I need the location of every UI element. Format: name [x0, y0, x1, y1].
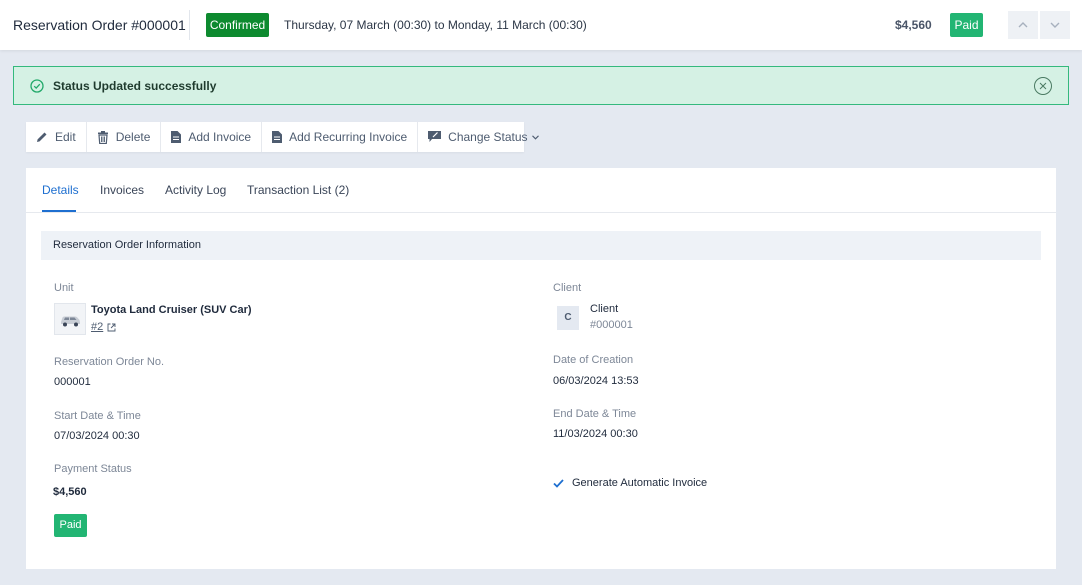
trash-icon: [97, 130, 108, 144]
next-record-button[interactable]: [1040, 11, 1070, 39]
payment-status-label: Payment Status: [54, 463, 132, 475]
status-badge: Confirmed: [206, 13, 269, 37]
payment-amount: $4,560: [53, 486, 87, 498]
section-header: Reservation Order Information: [41, 231, 1041, 260]
add-invoice-label: Add Invoice: [188, 130, 252, 144]
page-header: Reservation Order #000001 Confirmed Thur…: [0, 0, 1082, 50]
edit-button[interactable]: Edit: [26, 122, 87, 152]
car-icon: [61, 316, 80, 327]
edit-label: Edit: [55, 130, 76, 144]
tab-activity-log[interactable]: Activity Log: [165, 183, 226, 197]
auto-invoice-setting: Generate Automatic Invoice: [553, 477, 707, 489]
end-label: End Date & Time: [553, 408, 637, 420]
unit-link[interactable]: #2: [91, 321, 116, 333]
delete-button[interactable]: Delete: [87, 122, 162, 152]
end-value: 11/03/2024 00:30: [553, 428, 638, 440]
external-link-icon: [107, 323, 116, 331]
created-label: Date of Creation: [553, 354, 634, 366]
tab-details[interactable]: Details: [42, 183, 79, 197]
reservation-date-range: Thursday, 07 March (00:30) to Monday, 11…: [284, 18, 587, 32]
edit-note-icon: [428, 131, 442, 142]
close-icon[interactable]: [1033, 76, 1053, 96]
created-value: 06/03/2024 13:53: [553, 375, 639, 387]
pencil-icon: [37, 132, 47, 142]
auto-invoice-label: Generate Automatic Invoice: [572, 477, 708, 489]
page-title: Reservation Order #000001: [13, 17, 186, 33]
chevron-down-icon: [531, 134, 539, 140]
action-toolbar: Edit Delete Add Invoice Add Recurring In…: [26, 122, 539, 152]
unit-thumbnail: [54, 303, 86, 335]
details-panel: Details Invoices Activity Log Transactio…: [26, 168, 1056, 569]
change-status-dropdown[interactable]: Change Status: [418, 122, 555, 152]
add-recurring-invoice-label: Add Recurring Invoice: [289, 130, 408, 144]
order-no-value: 000001: [54, 376, 91, 388]
tab-transaction-list[interactable]: Transaction List (2): [247, 183, 349, 197]
check-icon: [553, 478, 564, 488]
unit-name: Toyota Land Cruiser (SUV Car): [91, 304, 252, 316]
avatar: C: [557, 306, 579, 330]
success-alert: Status Updated successfully: [13, 66, 1069, 105]
header-divider: [189, 10, 190, 40]
client-label: Client: [553, 282, 582, 294]
previous-record-button[interactable]: [1008, 11, 1038, 39]
unit-label: Unit: [54, 282, 74, 294]
unit-link-text[interactable]: #2: [91, 321, 103, 333]
client-name[interactable]: Client: [590, 303, 618, 315]
delete-label: Delete: [115, 130, 151, 144]
chevron-down-icon: [1050, 22, 1060, 28]
active-tab-indicator: [42, 210, 76, 212]
client-id: #000001: [590, 319, 633, 331]
section-title: Reservation Order Information: [53, 239, 201, 251]
order-no-label: Reservation Order No.: [54, 356, 165, 368]
tab-bar: Details Invoices Activity Log Transactio…: [26, 168, 1056, 213]
payment-status-badge: Paid: [950, 13, 983, 37]
start-value: 07/03/2024 00:30: [54, 430, 140, 442]
payment-badge: Paid: [54, 514, 87, 537]
check-circle-icon: [30, 79, 44, 93]
chevron-up-icon: [1018, 22, 1028, 28]
document-icon: [171, 131, 182, 143]
start-label: Start Date & Time: [54, 410, 141, 422]
header-amount: $4,560: [895, 18, 932, 32]
add-recurring-invoice-button[interactable]: Add Recurring Invoice: [262, 122, 419, 152]
alert-message: Status Updated successfully: [53, 79, 217, 93]
document-icon: [272, 131, 283, 143]
change-status-label: Change Status: [448, 130, 528, 144]
add-invoice-button[interactable]: Add Invoice: [161, 122, 263, 152]
tab-invoices[interactable]: Invoices: [100, 183, 144, 197]
